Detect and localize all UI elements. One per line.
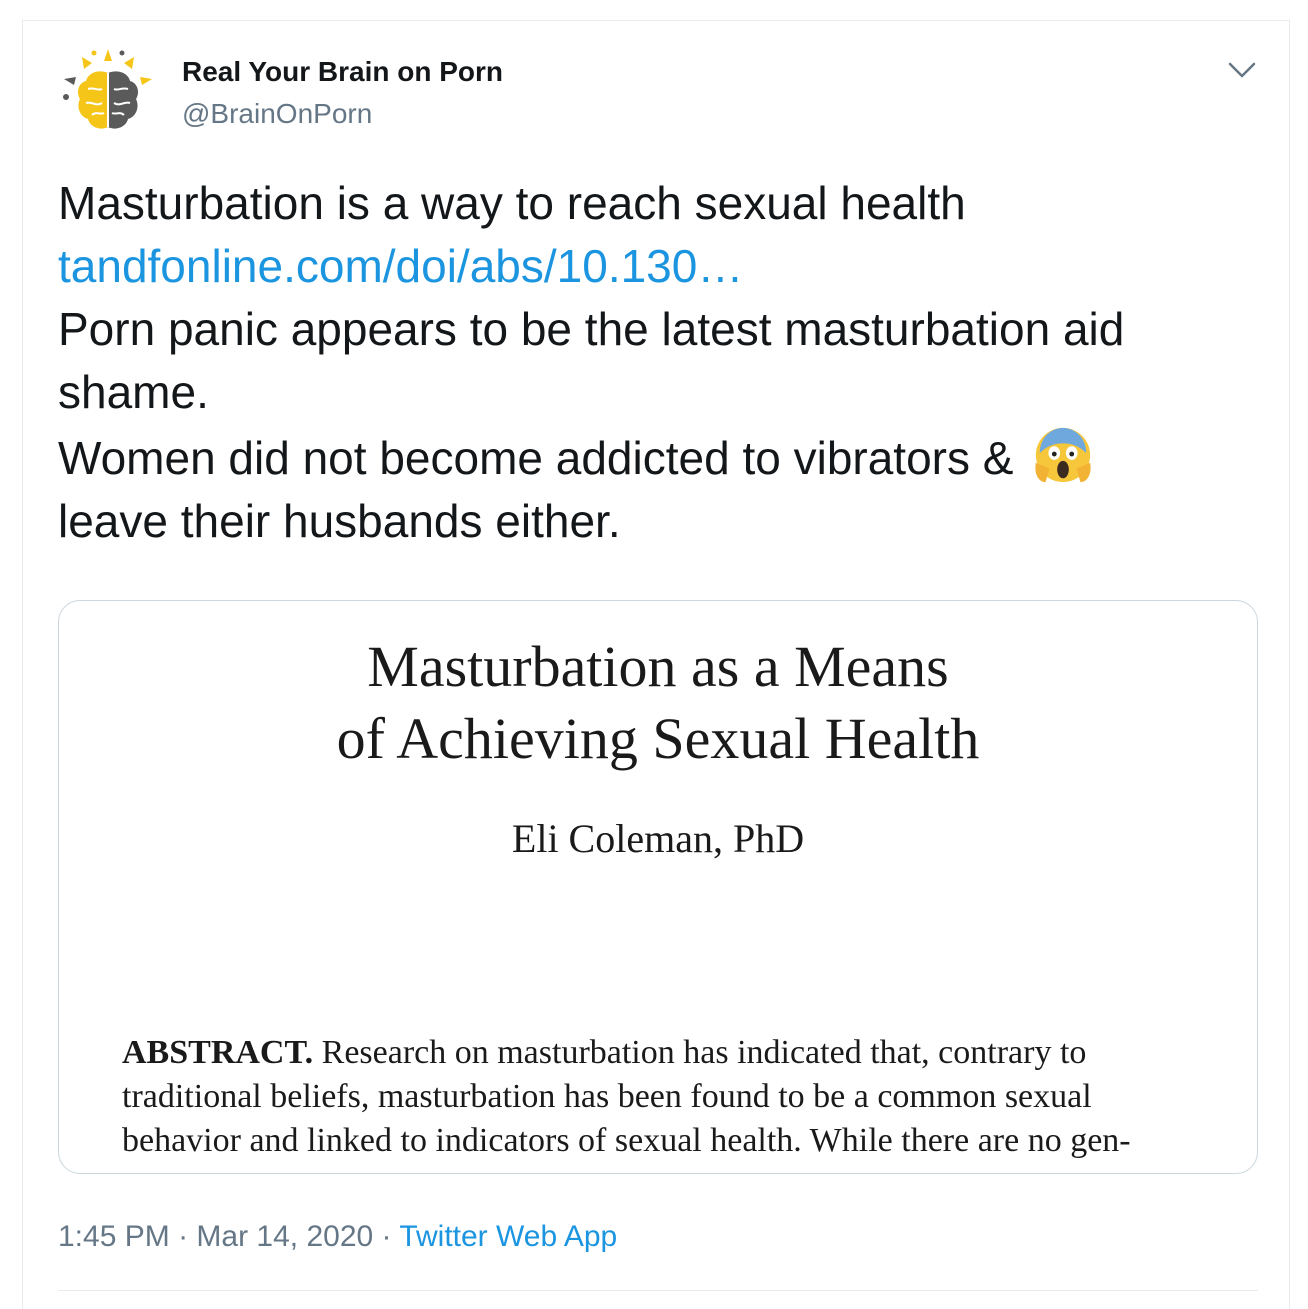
paper-author: Eli Coleman, PhD — [511, 816, 805, 861]
article-link[interactable]: tandfonline.com/doi/abs/10.130… — [58, 240, 743, 292]
tweet-text-segment: Women did not become addicted to vibrato… — [58, 432, 1027, 484]
media-image[interactable]: Masturbation as a Means of Achieving Sex… — [58, 600, 1258, 1174]
divider — [58, 1290, 1258, 1291]
face-screaming-in-fear-icon — [1035, 427, 1091, 483]
tweet-metadata: 1:45 PM · Mar 14, 2020 · Twitter Web App — [58, 1220, 617, 1254]
tweet-menu-button[interactable] — [1222, 52, 1262, 88]
tweet-time[interactable]: 1:45 PM — [58, 1220, 170, 1253]
tweet-text-line: shame. — [58, 366, 209, 418]
brain-sun-logo-icon — [63, 49, 152, 129]
paper-title-line: of Achieving Sexual Health — [336, 706, 980, 771]
tweet-text: Masturbation is a way to reach sexual he… — [58, 172, 1258, 553]
paper-title: Masturbation as a Means of Achieving Sex… — [59, 631, 1257, 775]
abstract-line: behavior and linked to indicators of sex… — [122, 1122, 1131, 1159]
meta-separator: · — [373, 1220, 400, 1253]
author-handle[interactable]: @BrainOnPorn — [182, 98, 372, 130]
abstract-label: ABSTRACT. — [122, 1034, 314, 1071]
tweet-text-line-with-emoji: Women did not become addicted to vibrato… — [58, 424, 1258, 490]
paper-title-line: Masturbation as a Means — [367, 634, 949, 699]
abstract-text: Research on masturbation has indicated t… — [313, 1034, 1087, 1071]
tweet-text-line: Masturbation is a way to reach sexual he… — [58, 177, 966, 229]
tweet-text-line: Porn panic appears to be the latest mast… — [58, 303, 1125, 355]
abstract-line: traditional beliefs, masturbation has be… — [122, 1078, 1092, 1115]
avatar[interactable] — [58, 45, 158, 145]
abstract-line: ABSTRACT. Research on masturbation has i… — [122, 1031, 1212, 1075]
tweet-source-link[interactable]: Twitter Web App — [399, 1220, 617, 1253]
author-display-name[interactable]: Real Your Brain on Porn — [182, 56, 503, 88]
chevron-down-icon — [1228, 62, 1256, 78]
tweet-text-line: leave their husbands either. — [58, 495, 621, 547]
paper-abstract: ABSTRACT. Research on masturbation has i… — [122, 1031, 1212, 1163]
meta-separator: · — [169, 1220, 197, 1253]
tweet-date[interactable]: Mar 14, 2020 — [196, 1220, 373, 1253]
